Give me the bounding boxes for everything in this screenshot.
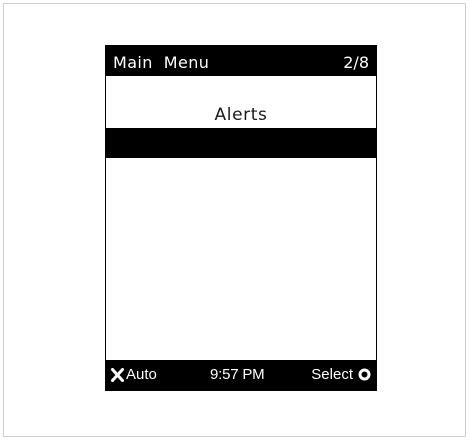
menu-item-alerts[interactable]: Alerts: [106, 104, 376, 126]
select-button[interactable]: Select: [311, 366, 371, 383]
x-icon: [111, 367, 124, 382]
select-label: Select: [311, 366, 353, 383]
page-indicator: 2/8: [343, 53, 369, 72]
footer-bar: Auto 9:57 PM Select: [106, 360, 376, 390]
selection-highlight[interactable]: [106, 128, 376, 158]
clock-time: 9:57 PM: [210, 366, 265, 383]
content-area: [106, 158, 376, 360]
menu-title: Main Menu: [113, 53, 210, 72]
device-screen: Main Menu 2/8 Alerts Auto 9:57 PM Select: [105, 45, 377, 391]
header-bar: Main Menu 2/8: [106, 46, 376, 76]
auto-label: Auto: [126, 366, 157, 383]
select-circle-icon: [358, 368, 371, 381]
auto-button[interactable]: Auto: [111, 366, 157, 383]
